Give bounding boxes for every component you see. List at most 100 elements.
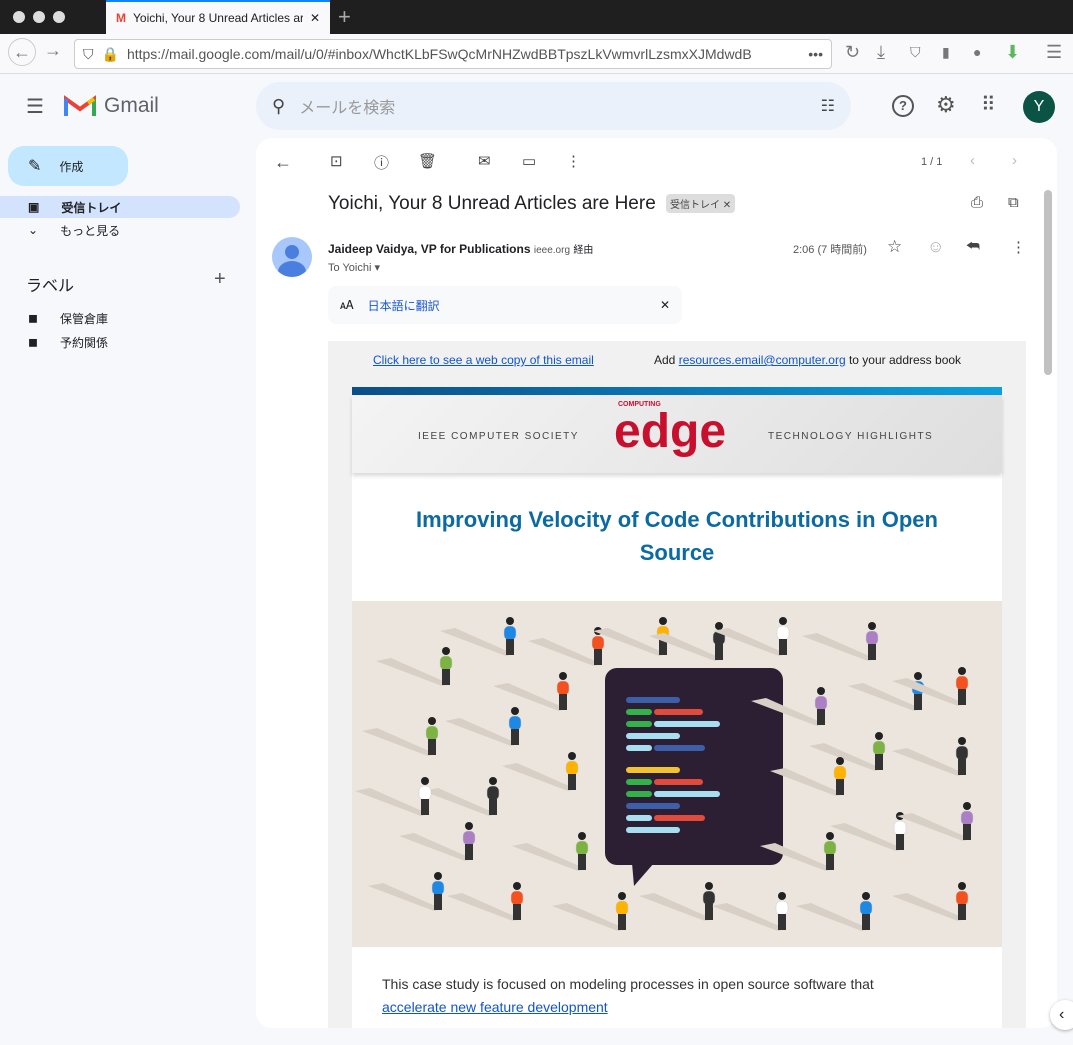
person-legs <box>963 824 971 840</box>
apps-grid-icon[interactable]: ⠿ <box>981 92 996 117</box>
star-icon[interactable]: ☆ <box>887 237 902 257</box>
person-head <box>568 752 576 760</box>
person-head <box>428 717 436 725</box>
more-icon[interactable]: ••• <box>808 46 823 62</box>
chevron-down-icon: ⌄ <box>28 223 39 237</box>
settings-gear-icon[interactable]: ⚙ <box>936 92 956 118</box>
search-bar[interactable]: ⚲ メールを検索 ☷ <box>256 82 851 130</box>
person-legs <box>618 914 626 930</box>
web-copy-row: Click here to see a web copy of this ema… <box>373 353 594 367</box>
web-copy-link[interactable]: Click here to see a web copy of this ema… <box>373 353 594 367</box>
sidebar: ☰ Gmail ✎ 作成 ▣ 受信トレイ ⌄ もっと見る ラベル + ◼ 保管倉庫 ◼… <box>0 74 256 1045</box>
delete-icon[interactable]: 🗑 <box>418 152 437 170</box>
add-label-button[interactable]: + <box>214 268 226 291</box>
remove-label-icon[interactable]: ✕ <box>723 200 731 211</box>
recipient-dropdown[interactable]: To Yoichi ▾ <box>328 261 380 274</box>
close-translate-icon[interactable]: ✕ <box>660 298 670 312</box>
compose-button[interactable]: ✎ 作成 <box>8 146 128 186</box>
green-download-icon[interactable]: ⬇ <box>1005 42 1020 63</box>
person-body <box>418 785 432 801</box>
menu-icon[interactable]: ☰ <box>1046 42 1062 63</box>
close-window-button[interactable] <box>13 11 25 23</box>
download-icon[interactable]: ⤓ <box>877 42 885 63</box>
person-legs <box>705 904 713 920</box>
person-head <box>513 882 521 890</box>
article-link[interactable]: accelerate new feature development <box>382 999 608 1015</box>
report-spam-icon[interactable]: ⓘ <box>374 152 389 173</box>
gmail-favicon-icon: M <box>116 11 126 25</box>
back-button[interactable]: ← <box>8 38 36 66</box>
address-suffix: to your address book <box>848 353 962 367</box>
person-shadow <box>639 893 713 921</box>
person-head <box>559 672 567 680</box>
person-shadow <box>809 743 883 771</box>
more-options-icon[interactable]: ⋮ <box>1011 238 1026 256</box>
sidebar-item-inbox[interactable]: ▣ 受信トレイ <box>0 196 240 218</box>
search-options-icon[interactable]: ☷ <box>821 96 835 116</box>
url-bar[interactable]: ⛉ 🔒 https://mail.google.com/mail/u/0/#in… <box>74 39 832 69</box>
article-text: This case study is focused on modeling p… <box>352 947 1002 1019</box>
open-new-window-icon[interactable]: ⧉ <box>1008 194 1019 211</box>
search-icon: ⚲ <box>272 95 286 116</box>
sidebar-item-label: 保管倉庫 <box>59 311 108 326</box>
move-to-icon[interactable]: ▭ <box>522 152 536 170</box>
address-link[interactable]: resources.email@computer.org <box>679 353 846 367</box>
tab-title: Yoichi, Your 8 Unread Articles are Here <box>133 11 303 25</box>
person-legs <box>434 894 442 910</box>
sidebar-item-label: もっと見る <box>60 223 121 238</box>
headline: Improving Velocity of Code Contributions… <box>416 507 938 565</box>
browser-tab[interactable]: M Yoichi, Your 8 Unread Articles are Her… <box>106 0 330 34</box>
person-body <box>615 900 629 916</box>
minimize-window-button[interactable] <box>33 11 45 23</box>
print-icon[interactable]: ⎙ <box>971 194 983 211</box>
extension2-icon[interactable]: ● <box>973 44 981 60</box>
person-legs <box>958 904 966 920</box>
mark-unread-icon[interactable]: ✉ <box>478 152 491 170</box>
more-vert-icon[interactable]: ⋮ <box>566 152 581 170</box>
person-body <box>510 890 524 906</box>
translate-link[interactable]: 日本語に翻訳 <box>368 297 646 314</box>
person-shadow <box>528 638 602 666</box>
person-head <box>578 832 586 840</box>
reply-all-icon[interactable]: ⮪ <box>966 238 980 255</box>
new-tab-button[interactable]: + <box>338 4 351 30</box>
help-icon[interactable]: ? <box>892 95 914 117</box>
gmail-logo[interactable]: Gmail <box>64 94 159 118</box>
person-head <box>836 757 844 765</box>
scrollbar-thumb[interactable] <box>1044 190 1052 375</box>
person-body <box>955 675 969 691</box>
maximize-window-button[interactable] <box>53 11 65 23</box>
sidebar-item-more[interactable]: ⌄ もっと見る <box>0 219 240 241</box>
scrollbar[interactable] <box>1044 185 1054 1025</box>
person-body <box>702 890 716 906</box>
person-head <box>778 892 786 900</box>
older-icon[interactable]: › <box>1012 152 1017 169</box>
sidebar-label-archive[interactable]: ◼ 保管倉庫 <box>0 307 240 329</box>
archive-icon[interactable]: ⊡ <box>330 152 343 170</box>
emoji-react-icon[interactable]: ☺ <box>927 237 944 257</box>
pencil-icon: ✎ <box>28 158 42 175</box>
person-body <box>591 635 605 651</box>
translate-bar: 🗚 日本語に翻訳 ✕ <box>328 286 682 324</box>
ublock-icon[interactable]: ⛉ <box>910 44 921 61</box>
search-input[interactable]: メールを検索 <box>299 94 806 118</box>
forward-button[interactable]: → <box>44 40 62 61</box>
reload-icon[interactable]: ↻ <box>845 42 860 63</box>
lock-icon: 🔒 <box>101 45 119 62</box>
newer-icon[interactable]: ‹ <box>970 152 975 169</box>
main-menu-icon[interactable]: ☰ <box>26 94 44 119</box>
account-avatar[interactable]: Y <box>1023 91 1055 123</box>
timestamp: 2:06 (7 時間前) <box>793 244 867 256</box>
person-head <box>868 622 876 630</box>
compose-label: 作成 <box>59 159 84 174</box>
close-tab-icon[interactable]: ✕ <box>310 11 320 25</box>
person-head <box>618 892 626 900</box>
person-legs <box>779 639 787 655</box>
person-shadow <box>445 718 519 746</box>
sidebar-label-reservations[interactable]: ◼ 予約関係 <box>0 331 240 353</box>
side-panel-toggle[interactable]: ‹ <box>1050 1000 1073 1030</box>
back-to-inbox-icon[interactable]: ← <box>274 152 292 173</box>
person-legs <box>594 649 602 665</box>
extension-icon[interactable]: ▮ <box>942 44 950 61</box>
person-legs <box>715 644 723 660</box>
